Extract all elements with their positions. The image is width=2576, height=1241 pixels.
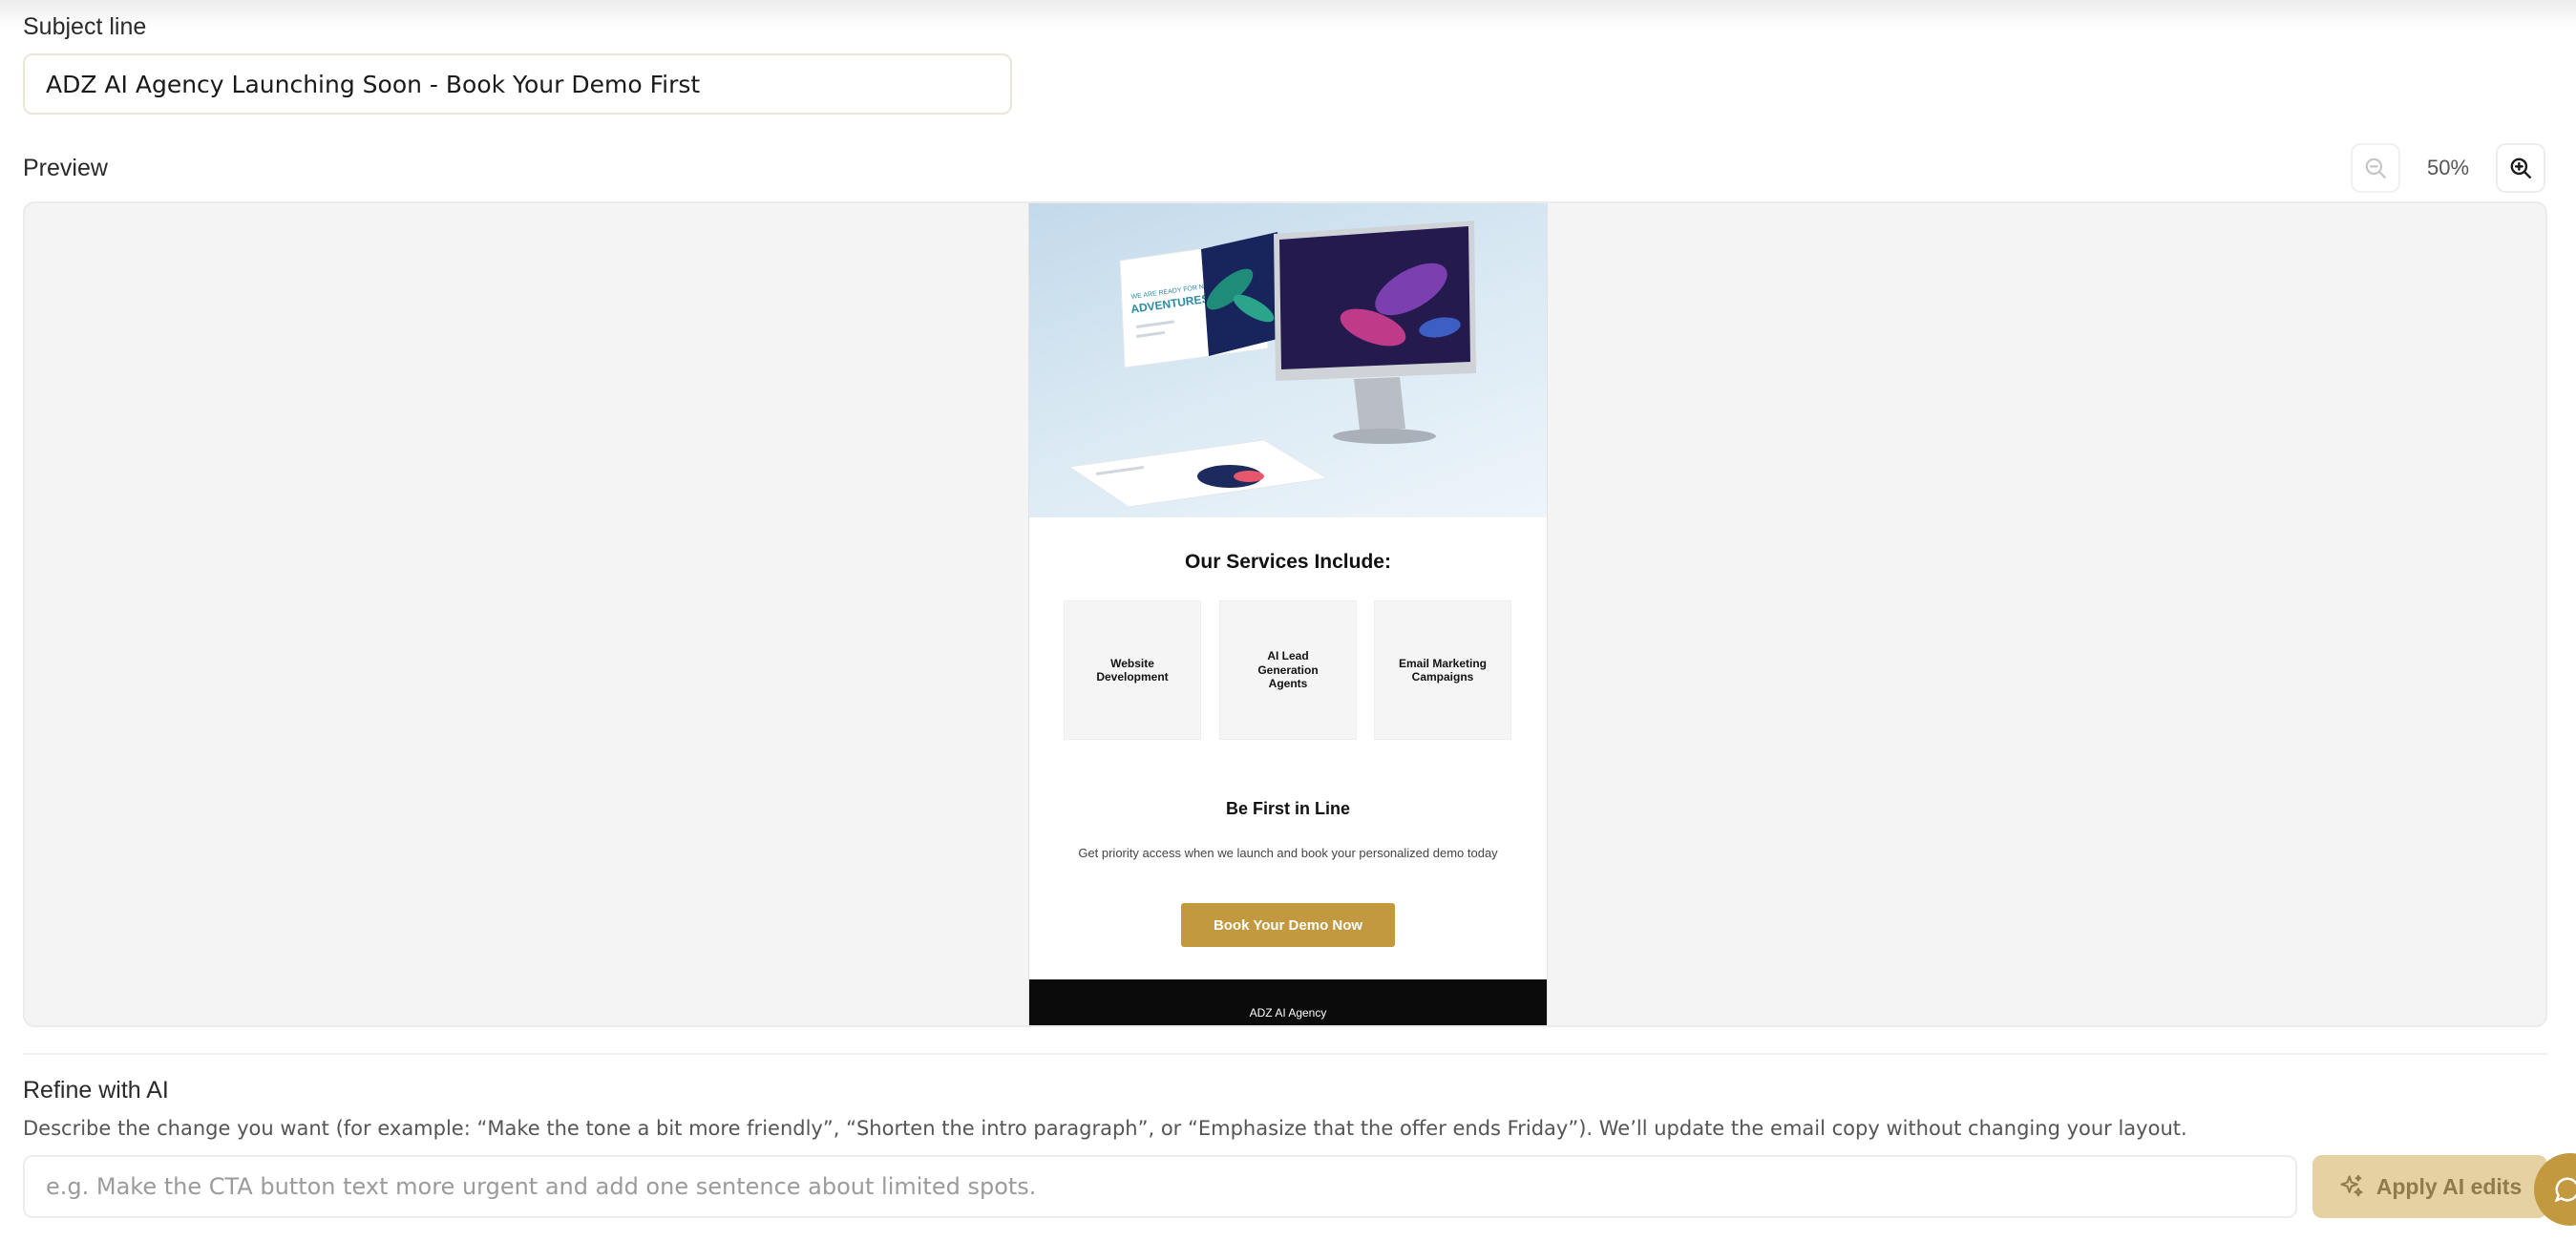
chat-bubble-icon bbox=[2554, 1177, 2576, 1203]
book-demo-button[interactable]: Book Your Demo Now bbox=[1181, 903, 1395, 947]
preview-label: Preview bbox=[23, 155, 108, 181]
zoom-out-button[interactable] bbox=[2351, 143, 2400, 193]
service-label: AI Lead Generation Agents bbox=[1257, 649, 1319, 691]
email-preview: WE ARE READY FOR NEW ADVENTURES Our Serv… bbox=[1028, 203, 1548, 1025]
section-divider bbox=[23, 1053, 2547, 1055]
email-footer: ADZ AI Agency bbox=[1029, 979, 1547, 1025]
be-first-body: Get priority access when we launch and b… bbox=[1078, 846, 1498, 860]
apply-ai-edits-button[interactable]: Apply AI edits bbox=[2312, 1155, 2547, 1218]
refine-placeholder: e.g. Make the CTA button text more urgen… bbox=[46, 1173, 1037, 1200]
zoom-in-button[interactable] bbox=[2496, 143, 2545, 193]
hero-image: WE ARE READY FOR NEW ADVENTURES bbox=[1029, 203, 1547, 517]
subject-line-value: ADZ AI Agency Launching Soon - Book Your… bbox=[46, 70, 701, 98]
zoom-level: 50% bbox=[2426, 156, 2470, 179]
zoom-in-icon bbox=[2510, 158, 2531, 179]
sparkle-icon bbox=[2340, 1174, 2363, 1197]
service-card: Website Development bbox=[1064, 600, 1201, 740]
apply-ai-edits-label: Apply AI edits bbox=[2375, 1173, 2523, 1199]
refine-title: Refine with AI bbox=[23, 1077, 169, 1104]
service-card: Email Marketing Campaigns bbox=[1374, 600, 1511, 740]
service-card: AI Lead Generation Agents bbox=[1219, 600, 1357, 740]
email-preview-area[interactable]: WE ARE READY FOR NEW ADVENTURES Our Serv… bbox=[23, 201, 2547, 1027]
refine-description: Describe the change you want (for exampl… bbox=[23, 1117, 2187, 1140]
service-label: Email Marketing Campaigns bbox=[1398, 656, 1488, 684]
service-label: Website Development bbox=[1096, 656, 1169, 684]
services-title: Our Services Include: bbox=[1185, 551, 1391, 573]
refine-input[interactable]: e.g. Make the CTA button text more urgen… bbox=[23, 1155, 2297, 1218]
hero-illustration: WE ARE READY FOR NEW ADVENTURES bbox=[1067, 221, 1476, 508]
subject-line-label: Subject line bbox=[23, 13, 147, 40]
footer-text: ADZ AI Agency bbox=[1249, 1006, 1327, 1020]
zoom-out-icon bbox=[2365, 158, 2386, 179]
top-shadow bbox=[0, 0, 2576, 29]
be-first-title: Be First in Line bbox=[1225, 799, 1351, 818]
subject-line-input[interactable]: ADZ AI Agency Launching Soon - Book Your… bbox=[23, 53, 1012, 115]
